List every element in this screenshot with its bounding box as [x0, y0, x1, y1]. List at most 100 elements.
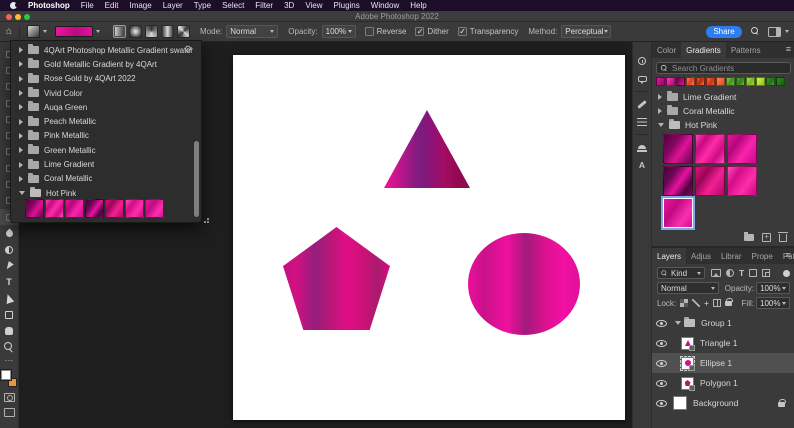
chevron-down-icon[interactable]: [19, 191, 25, 195]
preset-folder-gold-metallic-gradient-by-4qart[interactable]: Gold Metallic Gradient by 4QArt: [11, 57, 193, 71]
menu-edit[interactable]: Edit: [105, 1, 119, 10]
brush-settings-panel-icon[interactable]: [633, 95, 652, 113]
layer-row-triangle-1[interactable]: Triangle 1: [652, 333, 794, 353]
new-group-icon[interactable]: [744, 234, 754, 241]
recent-gradient-swatch-3[interactable]: [676, 77, 685, 86]
preset-folder-rose-gold-by-4qart-2022[interactable]: Rose Gold by 4QArt 2022: [11, 72, 193, 86]
chevron-right-icon[interactable]: [19, 90, 23, 96]
hot-pink-grid-swatch-7[interactable]: [663, 198, 693, 228]
foreground-background-swatches[interactable]: [1, 370, 17, 387]
chevron-right-icon[interactable]: [19, 133, 23, 139]
tab-librar[interactable]: Librar: [716, 248, 746, 264]
pentagon-shape[interactable]: [283, 227, 390, 330]
menu-filter[interactable]: Filter: [255, 1, 273, 10]
workspace-switcher-icon[interactable]: [768, 27, 781, 37]
layer-row-background[interactable]: Background: [652, 393, 794, 413]
layer-row-ellipse-1[interactable]: Ellipse 1: [652, 353, 794, 373]
delete-icon[interactable]: [779, 234, 787, 242]
panel-resize-grip[interactable]: [204, 218, 209, 223]
gear-icon[interactable]: ⚙: [184, 45, 192, 54]
recent-gradient-swatch-5[interactable]: [696, 77, 705, 86]
tab-adjus[interactable]: Adjus: [686, 248, 716, 264]
menu-window[interactable]: Window: [371, 1, 399, 10]
layer-thumbnail[interactable]: [681, 337, 694, 350]
tab-color[interactable]: Color: [652, 42, 681, 58]
home-icon[interactable]: ⌂: [6, 27, 12, 37]
recent-gradient-swatch-8[interactable]: [726, 77, 735, 86]
preset-folder-4qart-photoshop-metallic-gradient-swatches[interactable]: 4QArt Photoshop Metallic Gradient swatch…: [11, 43, 193, 57]
recent-gradient-swatch-6[interactable]: [706, 77, 715, 86]
gradient-swatch-hot-pink-2[interactable]: [45, 199, 64, 218]
menu-type[interactable]: Type: [194, 1, 211, 10]
recent-gradient-swatch-7[interactable]: [716, 77, 725, 86]
hot-pink-grid-swatch-4[interactable]: [663, 166, 693, 196]
preset-folder-lime-gradient[interactable]: Lime Gradient: [11, 157, 193, 171]
filter-pixel-layers-icon[interactable]: [711, 269, 721, 277]
recent-gradient-swatch-10[interactable]: [746, 77, 755, 86]
character-panel-icon[interactable]: A: [633, 156, 652, 174]
tool-options-panel-icon[interactable]: [633, 113, 652, 131]
menu-help[interactable]: Help: [410, 1, 426, 10]
lock-all-icon[interactable]: [725, 301, 732, 306]
gradient-type-reflected-button[interactable]: [161, 25, 174, 38]
triangle-shape[interactable]: [384, 110, 470, 188]
panel-menu-icon[interactable]: ≡: [786, 250, 791, 260]
filter-kind-select[interactable]: Kind: [657, 267, 705, 279]
layer-thumbnail[interactable]: [681, 377, 694, 390]
gradient-group-lime-gradient[interactable]: Lime Gradient: [652, 90, 794, 104]
rectangle-tool[interactable]: [0, 307, 19, 323]
blur-tool[interactable]: [0, 225, 19, 241]
gradient-type-diamond-button[interactable]: [177, 25, 190, 38]
scrollbar-thumb[interactable]: [194, 141, 199, 217]
menu-photoshop[interactable]: Photoshop: [28, 1, 70, 10]
hot-pink-grid-swatch-3[interactable]: [727, 134, 757, 164]
hand-tool[interactable]: [0, 323, 19, 339]
pen-tool[interactable]: [0, 258, 19, 274]
filter-type-layers-icon[interactable]: T: [739, 268, 744, 278]
gradient-preview-button[interactable]: [55, 26, 93, 37]
preset-folder-coral-metallic[interactable]: Coral Metallic: [11, 172, 193, 186]
filter-adjustment-layers-icon[interactable]: [726, 269, 734, 277]
workspace-chevron-icon[interactable]: [785, 30, 789, 33]
recent-gradient-swatch-11[interactable]: [756, 77, 765, 86]
recent-gradient-swatch-1[interactable]: [656, 77, 665, 86]
preset-folder-auqa-green[interactable]: Auqa Green: [11, 100, 193, 114]
chevron-right-icon[interactable]: [19, 147, 23, 153]
blend-mode-select[interactable]: Normal: [657, 282, 719, 294]
edit-toolbar-ellipsis[interactable]: …: [5, 356, 14, 368]
gradient-group-coral-metallic[interactable]: Coral Metallic: [652, 104, 794, 118]
gradient-type-radial-button[interactable]: [129, 25, 142, 38]
reverse-checkbox[interactable]: [365, 27, 374, 36]
gradient-swatch-hot-pink-4[interactable]: [85, 199, 104, 218]
gradient-type-angle-button[interactable]: [145, 25, 158, 38]
opacity-select[interactable]: 100%: [322, 25, 356, 38]
quick-mask-mode-button[interactable]: [4, 393, 15, 402]
method-select[interactable]: Perceptual: [561, 25, 611, 38]
chevron-down-icon[interactable]: [658, 123, 664, 127]
layer-filtering-toggle[interactable]: [783, 270, 790, 277]
gradient-swatch-hot-pink-5[interactable]: [105, 199, 124, 218]
chevron-right-icon[interactable]: [658, 94, 662, 100]
hot-pink-grid-swatch-6[interactable]: [727, 166, 757, 196]
chevron-right-icon[interactable]: [19, 162, 23, 168]
lock-transparency-icon[interactable]: [680, 299, 688, 307]
menu-select[interactable]: Select: [222, 1, 244, 10]
chevron-right-icon[interactable]: [19, 119, 23, 125]
menu-view[interactable]: View: [305, 1, 322, 10]
recent-gradient-swatch-2[interactable]: [666, 77, 675, 86]
gradient-type-linear-button[interactable]: [113, 25, 126, 38]
transparency-checkbox[interactable]: [458, 27, 467, 36]
menu-file[interactable]: File: [81, 1, 94, 10]
comments-panel-icon[interactable]: [633, 70, 652, 88]
menu-layer[interactable]: Layer: [163, 1, 183, 10]
path-select-tool[interactable]: [0, 290, 19, 306]
eye-icon[interactable]: [656, 320, 667, 327]
lock-artboard-icon[interactable]: [713, 299, 721, 307]
gradient-group-hot-pink[interactable]: Hot Pink: [652, 118, 794, 132]
gradient-swatch-hot-pink-3[interactable]: [65, 199, 84, 218]
recent-gradient-swatch-9[interactable]: [736, 77, 745, 86]
chevron-right-icon[interactable]: [658, 108, 662, 114]
eye-icon[interactable]: [656, 380, 667, 387]
chevron-right-icon[interactable]: [19, 47, 23, 53]
search-icon[interactable]: [751, 27, 760, 36]
